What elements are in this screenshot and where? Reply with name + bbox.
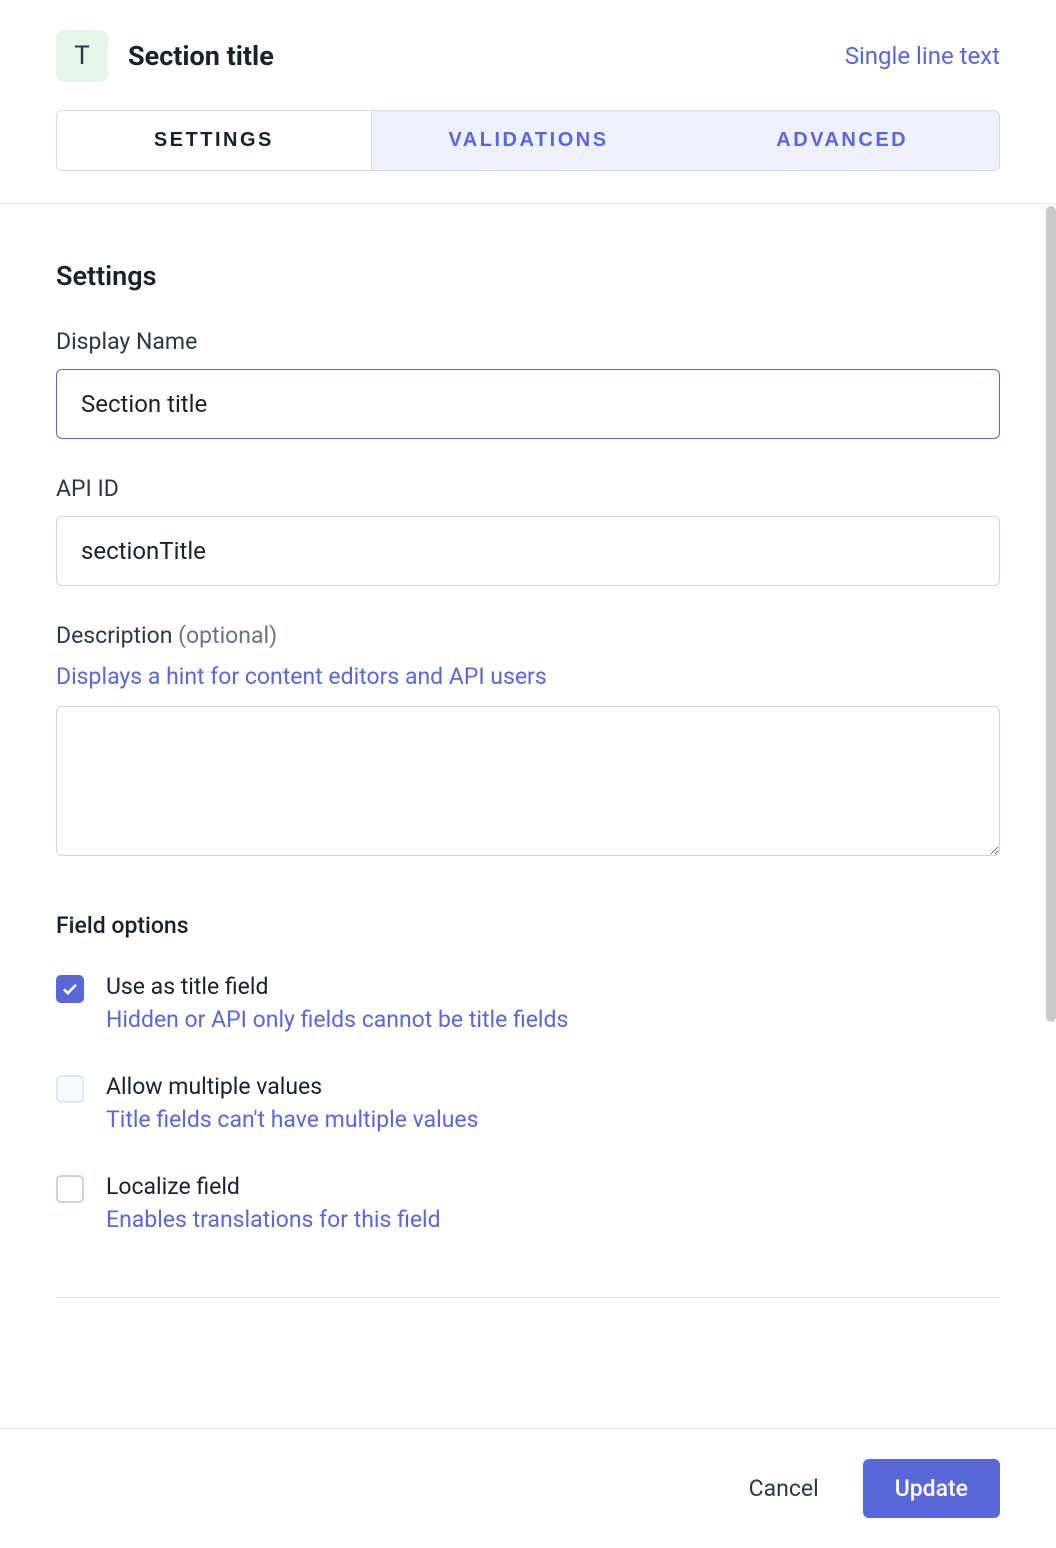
check-icon <box>61 980 79 998</box>
option-title-text: Use as title field Hidden or API only fi… <box>106 973 1000 1033</box>
checkbox-title-field[interactable] <box>56 975 84 1003</box>
description-group: Description (optional) Displays a hint f… <box>56 622 1000 860</box>
update-button[interactable]: Update <box>863 1459 1000 1518</box>
option-multiple-text: Allow multiple values Title fields can't… <box>106 1073 1000 1133</box>
description-label-text: Description <box>56 622 172 649</box>
display-name-group: Display Name <box>56 328 1000 439</box>
description-hint: Displays a hint for content editors and … <box>56 663 1000 690</box>
settings-heading: Settings <box>56 260 1000 292</box>
option-title-field: Use as title field Hidden or API only fi… <box>56 973 1000 1033</box>
option-localize-text: Localize field Enables translations for … <box>106 1173 1000 1233</box>
option-localize-field: Localize field Enables translations for … <box>56 1173 1000 1233</box>
tabs: SETTINGS VALIDATIONS ADVANCED <box>56 110 1000 171</box>
field-options-heading: Field options <box>56 912 1000 939</box>
option-localize-label: Localize field <box>106 1173 1000 1200</box>
option-title-label: Use as title field <box>106 973 1000 1000</box>
field-type-label: Single line text <box>845 42 1000 70</box>
option-multiple-values: Allow multiple values Title fields can't… <box>56 1073 1000 1133</box>
checkbox-localize-field[interactable] <box>56 1175 84 1203</box>
scrollbar[interactable] <box>1046 206 1056 1022</box>
display-name-input[interactable] <box>56 369 1000 439</box>
checkbox-multiple-values <box>56 1075 84 1103</box>
tab-validations[interactable]: VALIDATIONS <box>372 111 686 170</box>
api-id-group: API ID <box>56 475 1000 586</box>
settings-panel: Settings Display Name API ID Description… <box>0 204 1056 1233</box>
field-type-badge: T <box>56 30 108 82</box>
tab-advanced[interactable]: ADVANCED <box>685 111 999 170</box>
option-multiple-label: Allow multiple values <box>106 1073 1000 1100</box>
description-label: Description (optional) <box>56 622 1000 649</box>
option-multiple-desc: Title fields can't have multiple values <box>106 1106 1000 1133</box>
description-input[interactable] <box>56 706 1000 856</box>
api-id-input[interactable] <box>56 516 1000 586</box>
description-optional: (optional) <box>178 622 277 649</box>
cancel-button[interactable]: Cancel <box>749 1475 819 1502</box>
api-id-label: API ID <box>56 475 1000 502</box>
display-name-label: Display Name <box>56 328 1000 355</box>
bottom-divider <box>56 1297 1000 1298</box>
footer: Cancel Update <box>0 1428 1056 1548</box>
option-localize-desc: Enables translations for this field <box>106 1206 1000 1233</box>
field-title: Section title <box>128 40 274 72</box>
tab-settings[interactable]: SETTINGS <box>57 111 372 170</box>
option-title-desc: Hidden or API only fields cannot be titl… <box>106 1006 1000 1033</box>
field-header: T Section title Single line text <box>0 0 1056 82</box>
header-left: T Section title <box>56 30 274 82</box>
